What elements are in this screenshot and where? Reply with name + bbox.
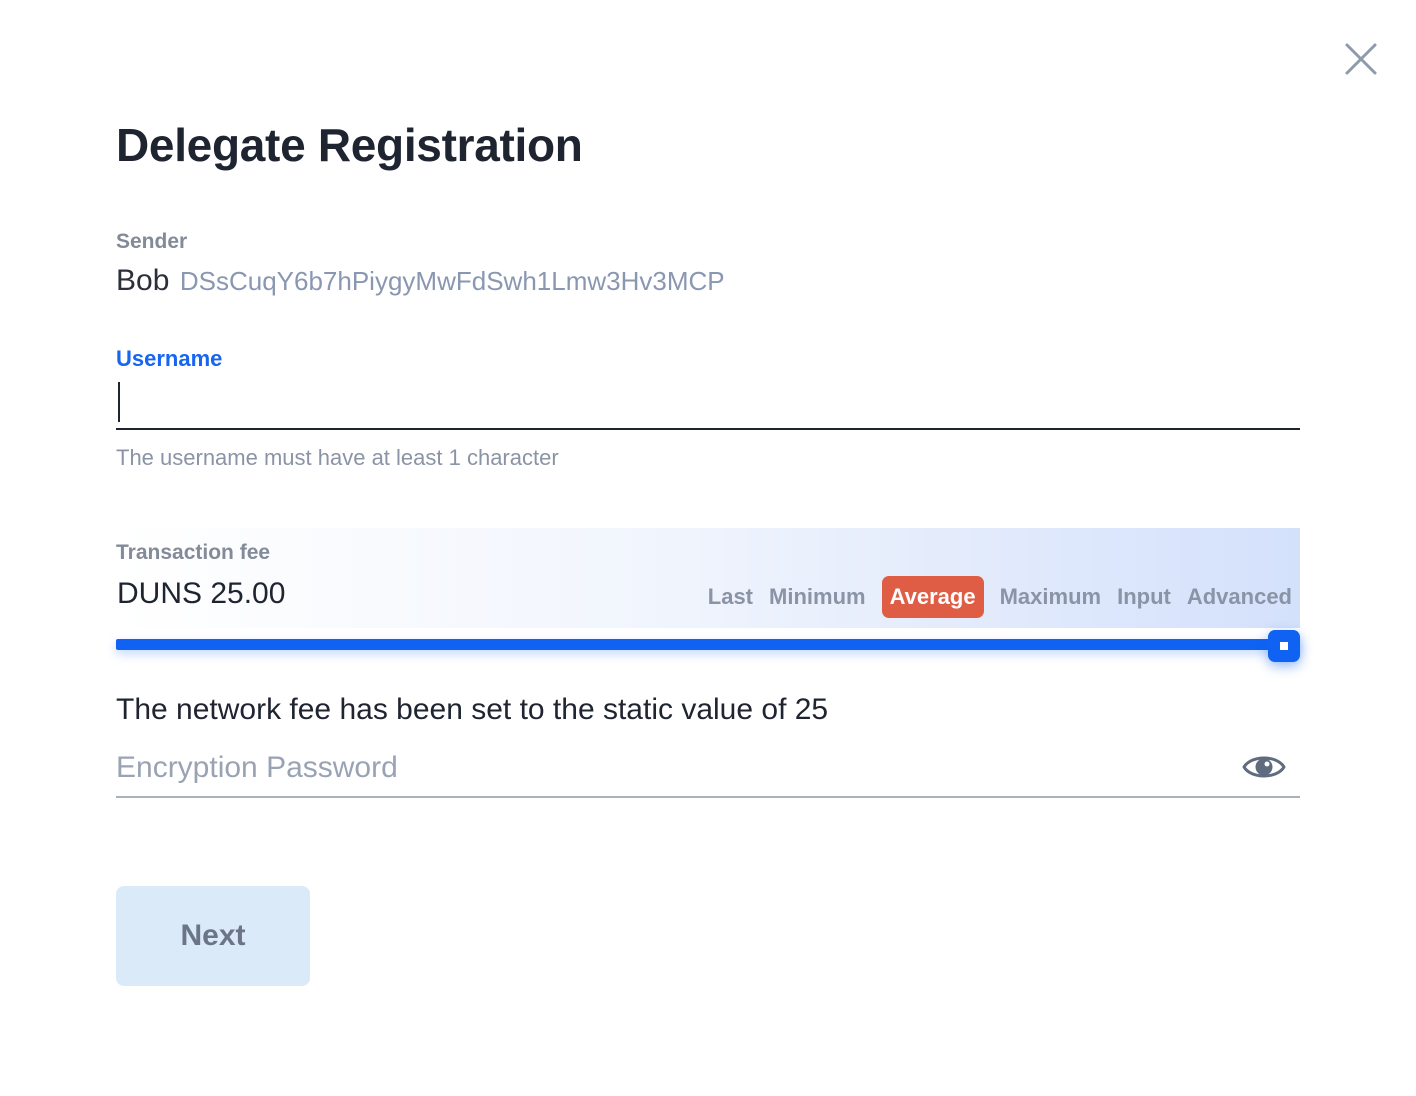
- text-caret: [118, 382, 120, 422]
- sender-label: Sender: [116, 230, 188, 253]
- fee-option-input[interactable]: Input: [1109, 576, 1179, 618]
- fee-option-advanced[interactable]: Advanced: [1179, 576, 1300, 618]
- page-title: Delegate Registration: [116, 119, 583, 171]
- fee-option-maximum[interactable]: Maximum: [992, 576, 1109, 618]
- encryption-password-input[interactable]: [116, 740, 1300, 798]
- fee-option-last[interactable]: Last: [700, 576, 761, 618]
- close-button[interactable]: [1340, 38, 1382, 80]
- close-icon: [1345, 43, 1377, 75]
- fee-option-average[interactable]: Average: [881, 576, 984, 618]
- eye-icon: [1242, 756, 1286, 778]
- sender-info: Bob DSsCuqY6b7hPiygyMwFdSwh1Lmw3Hv3MCP: [116, 264, 725, 298]
- fee-option-minimum[interactable]: Minimum: [761, 576, 874, 618]
- username-label: Username: [116, 346, 223, 371]
- delegate-registration-modal: Delegate Registration Sender Bob DSsCuqY…: [0, 0, 1416, 1096]
- next-button[interactable]: Next: [116, 886, 310, 986]
- username-help-text: The username must have at least 1 charac…: [116, 445, 559, 470]
- password-visibility-toggle[interactable]: [1242, 750, 1286, 784]
- username-input[interactable]: [116, 378, 1300, 430]
- sender-name: Bob: [116, 264, 170, 297]
- transaction-fee-label: Transaction fee: [116, 541, 271, 564]
- transaction-fee-value: DUNS 25.00: [117, 577, 286, 610]
- fee-options: Last Minimum Average Maximum Input Advan…: [700, 576, 1300, 618]
- fee-slider-track[interactable]: [116, 639, 1300, 650]
- sender-address: DSsCuqY6b7hPiygyMwFdSwh1Lmw3Hv3MCP: [179, 266, 725, 296]
- slider-handle-dot: [1280, 642, 1288, 650]
- fee-notice: The network fee has been set to the stat…: [116, 693, 829, 726]
- fee-slider-handle[interactable]: [1268, 630, 1300, 662]
